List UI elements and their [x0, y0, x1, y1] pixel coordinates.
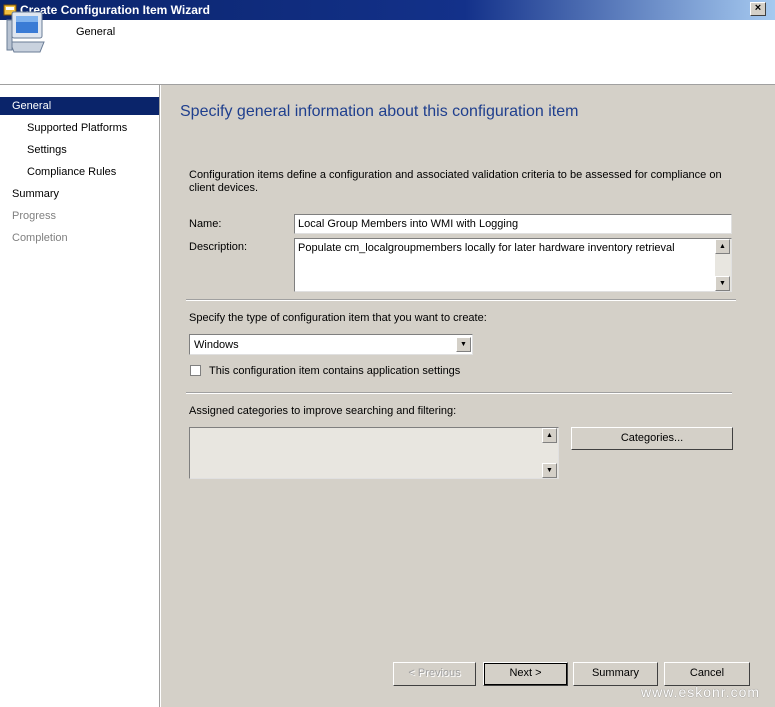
chevron-down-icon[interactable]: ▼	[456, 337, 471, 352]
cancel-button[interactable]: Cancel	[664, 662, 750, 686]
nav-item-summary[interactable]: Summary	[0, 185, 159, 203]
nav-item-supported-platforms[interactable]: Supported Platforms	[0, 119, 159, 137]
description-field[interactable]: Populate cm_localgroupmembers locally fo…	[294, 238, 732, 292]
computer-icon	[6, 11, 45, 53]
description-label: Description:	[189, 241, 248, 253]
name-field[interactable]: Local Group Members into WMI with Loggin…	[294, 214, 732, 234]
page-heading: Specify general information about this c…	[180, 103, 579, 120]
scroll-up-icon[interactable]: ▲	[715, 239, 730, 254]
close-button[interactable]: ×	[750, 2, 766, 16]
type-select-value: Windows	[194, 339, 239, 351]
window-title: Create Configuration Item Wizard	[20, 3, 210, 17]
app-settings-checkbox[interactable]	[190, 365, 201, 376]
nav-item-settings[interactable]: Settings	[0, 141, 159, 159]
categories-list[interactable]	[189, 427, 559, 479]
type-label: Specify the type of configuration item t…	[189, 312, 487, 324]
categories-button[interactable]: Categories...	[571, 427, 733, 450]
scroll-down-icon[interactable]: ▼	[542, 463, 557, 478]
watermark: www.eskonr.com	[641, 684, 761, 700]
summary-button[interactable]: Summary	[573, 662, 658, 686]
type-select[interactable]: Windows ▼	[189, 334, 473, 355]
categories-scrollbar[interactable]: ▲ ▼	[542, 428, 558, 478]
wizard-header	[0, 20, 775, 85]
nav-item-compliance-rules[interactable]: Compliance Rules	[0, 163, 159, 181]
close-icon: ×	[754, 2, 762, 14]
separator	[186, 299, 736, 301]
categories-label: Assigned categories to improve searching…	[189, 405, 457, 417]
previous-button[interactable]: < Previous	[393, 662, 476, 686]
intro-text: Configuration items define a configurati…	[189, 169, 722, 194]
nav-item-general[interactable]: General	[0, 97, 159, 115]
separator	[186, 392, 732, 394]
next-button[interactable]: Next >	[483, 662, 568, 686]
wizard-nav: General Supported Platforms Settings Com…	[0, 85, 160, 707]
app-settings-label[interactable]: This configuration item contains applica…	[209, 365, 460, 377]
nav-item-progress: Progress	[12, 210, 57, 222]
header-title: General	[76, 26, 116, 38]
scroll-up-icon[interactable]: ▲	[542, 428, 557, 443]
nav-item-completion: Completion	[12, 232, 68, 244]
description-text: Populate cm_localgroupmembers locally fo…	[298, 242, 675, 254]
scroll-down-icon[interactable]: ▼	[715, 276, 730, 291]
name-label: Name:	[189, 218, 222, 230]
description-scrollbar[interactable]: ▲ ▼	[715, 239, 731, 291]
